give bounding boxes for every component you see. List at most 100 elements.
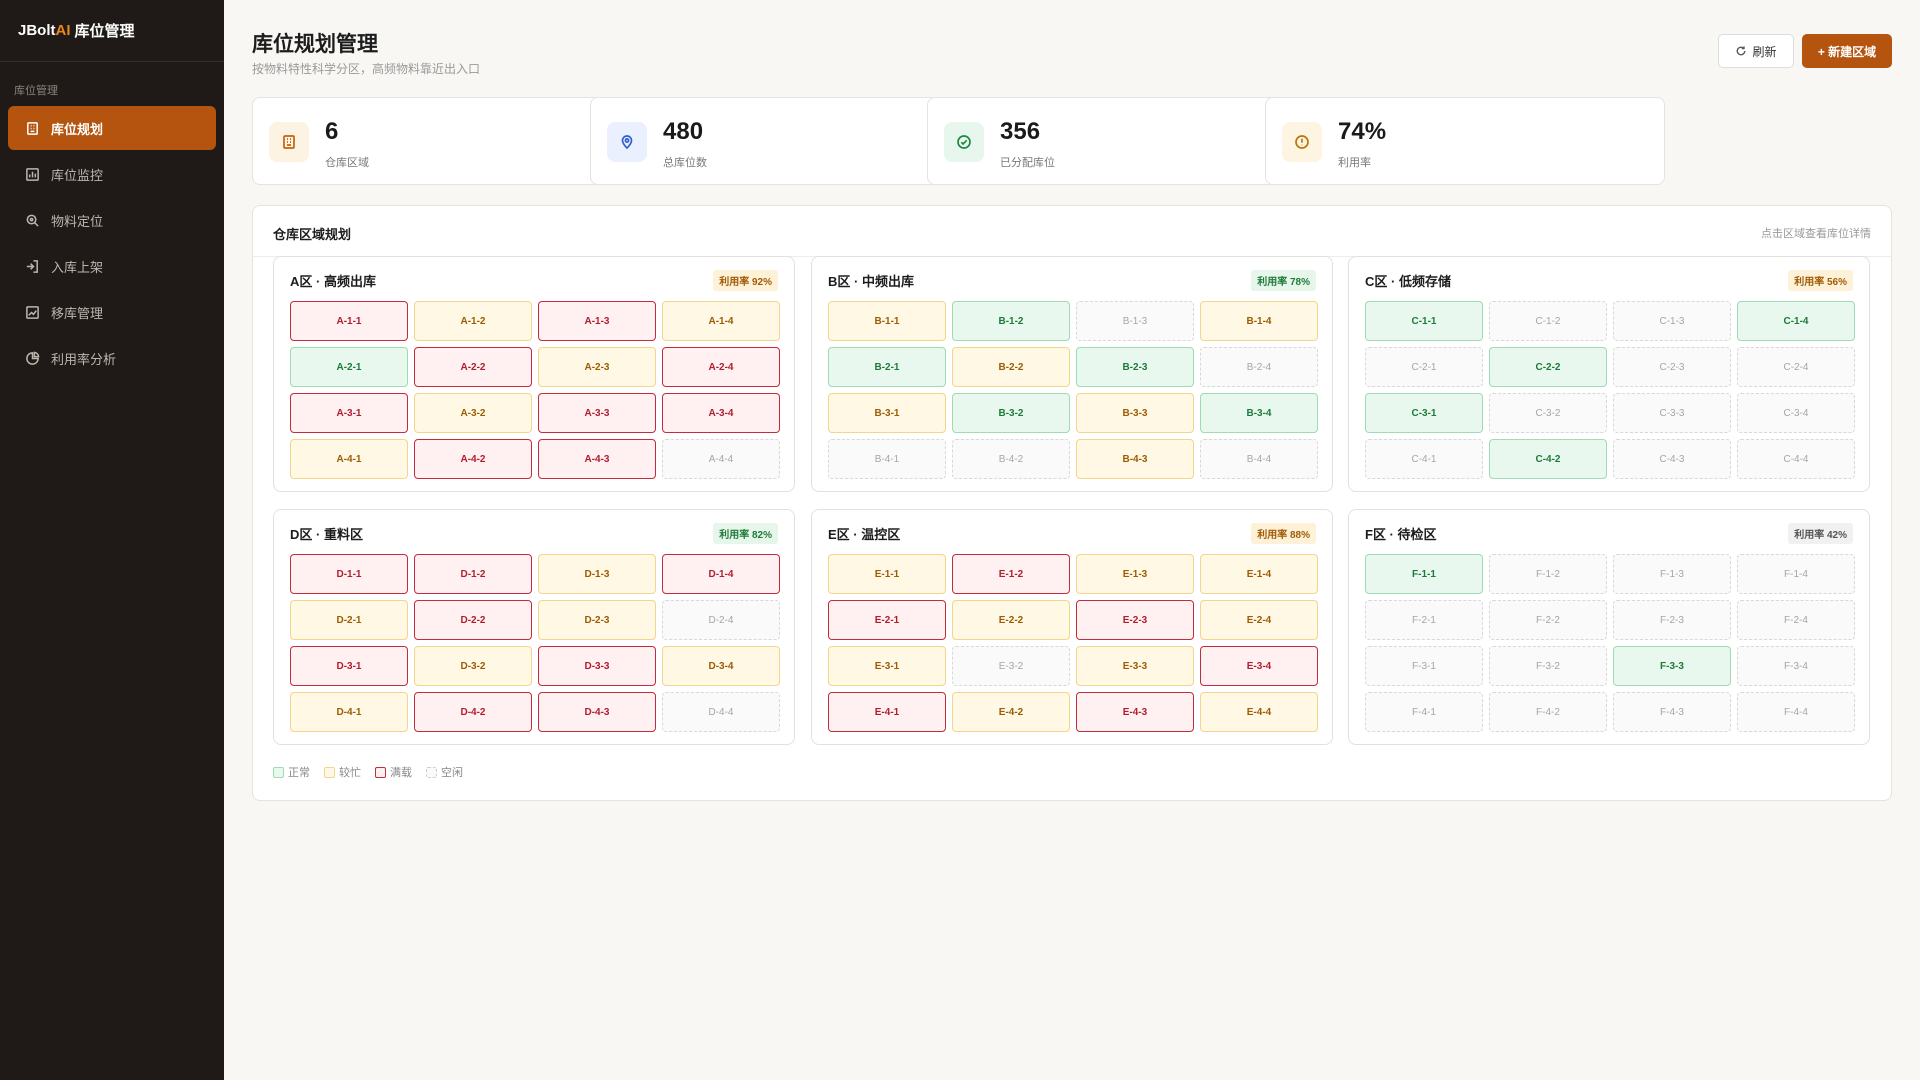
slot-cell[interactable]: A-4-1 <box>290 439 408 479</box>
slot-cell[interactable]: F-1-3 <box>1613 554 1731 594</box>
slot-cell[interactable]: A-3-1 <box>290 393 408 433</box>
slot-cell[interactable]: D-1-4 <box>662 554 780 594</box>
slot-cell[interactable]: B-1-2 <box>952 301 1070 341</box>
slot-cell[interactable]: C-3-3 <box>1613 393 1731 433</box>
slot-cell[interactable]: D-2-2 <box>414 600 532 640</box>
sidebar-item-monitor-chart[interactable]: 库位监控 <box>8 152 216 196</box>
slot-cell[interactable]: A-1-1 <box>290 301 408 341</box>
slot-cell[interactable]: B-4-4 <box>1200 439 1318 479</box>
slot-cell[interactable]: E-1-2 <box>952 554 1070 594</box>
slot-cell[interactable]: C-1-3 <box>1613 301 1731 341</box>
slot-cell[interactable]: F-2-2 <box>1489 600 1607 640</box>
slot-cell[interactable]: E-2-4 <box>1200 600 1318 640</box>
slot-cell[interactable]: D-2-3 <box>538 600 656 640</box>
slot-cell[interactable]: D-3-4 <box>662 646 780 686</box>
slot-cell[interactable]: E-4-1 <box>828 692 946 732</box>
slot-cell[interactable]: C-2-4 <box>1737 347 1855 387</box>
slot-cell[interactable]: D-2-1 <box>290 600 408 640</box>
brand-logo[interactable]: JBolt AI 库位管理 <box>0 0 224 62</box>
slot-cell[interactable]: F-3-1 <box>1365 646 1483 686</box>
slot-cell[interactable]: B-2-3 <box>1076 347 1194 387</box>
slot-cell[interactable]: C-3-2 <box>1489 393 1607 433</box>
slot-cell[interactable]: D-1-3 <box>538 554 656 594</box>
sidebar-item-transfer-chart[interactable]: 移库管理 <box>8 290 216 334</box>
slot-cell[interactable]: A-3-2 <box>414 393 532 433</box>
slot-cell[interactable]: D-4-4 <box>662 692 780 732</box>
slot-cell[interactable]: F-4-2 <box>1489 692 1607 732</box>
slot-cell[interactable]: F-1-1 <box>1365 554 1483 594</box>
sidebar-item-search-locate[interactable]: 物料定位 <box>8 198 216 242</box>
slot-cell[interactable]: C-1-1 <box>1365 301 1483 341</box>
slot-cell[interactable]: D-4-3 <box>538 692 656 732</box>
slot-cell[interactable]: C-1-2 <box>1489 301 1607 341</box>
slot-cell[interactable]: C-4-4 <box>1737 439 1855 479</box>
slot-cell[interactable]: C-3-4 <box>1737 393 1855 433</box>
zone-card[interactable]: B区 · 中频出库 利用率 78% B-1-1 B-1-2 B-1-3 B-1-4 B-2-… <box>811 256 1333 492</box>
slot-cell[interactable]: E-3-4 <box>1200 646 1318 686</box>
slot-cell[interactable]: A-4-3 <box>538 439 656 479</box>
zone-card[interactable]: D区 · 重料区 利用率 82% D-1-1 D-1-2 D-1-3 D-1-4 D-2-1… <box>273 509 795 745</box>
slot-cell[interactable]: D-1-2 <box>414 554 532 594</box>
slot-cell[interactable]: E-3-1 <box>828 646 946 686</box>
slot-cell[interactable]: E-1-1 <box>828 554 946 594</box>
slot-cell[interactable]: D-4-2 <box>414 692 532 732</box>
slot-cell[interactable]: F-3-3 <box>1613 646 1731 686</box>
slot-cell[interactable]: E-2-2 <box>952 600 1070 640</box>
slot-cell[interactable]: A-3-4 <box>662 393 780 433</box>
slot-cell[interactable]: D-3-3 <box>538 646 656 686</box>
sidebar-item-pie-chart[interactable]: 利用率分析 <box>8 336 216 380</box>
slot-cell[interactable]: F-3-4 <box>1737 646 1855 686</box>
zone-card[interactable]: F区 · 待检区 利用率 42% F-1-1 F-1-2 F-1-3 F-1-4 F-2-1… <box>1348 509 1870 745</box>
zone-card[interactable]: A区 · 高频出库 利用率 92% A-1-1 A-1-2 A-1-3 A-1-4 A-2-… <box>273 256 795 492</box>
slot-cell[interactable]: F-1-4 <box>1737 554 1855 594</box>
slot-cell[interactable]: E-4-2 <box>952 692 1070 732</box>
zone-card[interactable]: C区 · 低频存储 利用率 56% C-1-1 C-1-2 C-1-3 C-1-4 C-2-… <box>1348 256 1870 492</box>
sidebar-item-building[interactable]: 库位规划 <box>8 106 216 150</box>
slot-cell[interactable]: D-3-2 <box>414 646 532 686</box>
slot-cell[interactable]: F-2-1 <box>1365 600 1483 640</box>
zone-card[interactable]: E区 · 温控区 利用率 88% E-1-1 E-1-2 E-1-3 E-1-4 E-2-1… <box>811 509 1333 745</box>
slot-cell[interactable]: C-4-1 <box>1365 439 1483 479</box>
new-zone-button[interactable]: + 新建区域 <box>1802 34 1892 68</box>
sidebar-item-inbound[interactable]: 入库上架 <box>8 244 216 288</box>
slot-cell[interactable]: E-4-4 <box>1200 692 1318 732</box>
slot-cell[interactable]: E-3-2 <box>952 646 1070 686</box>
slot-cell[interactable]: C-4-2 <box>1489 439 1607 479</box>
slot-cell[interactable]: D-2-4 <box>662 600 780 640</box>
slot-cell[interactable]: B-4-2 <box>952 439 1070 479</box>
slot-cell[interactable]: A-1-2 <box>414 301 532 341</box>
slot-cell[interactable]: E-4-3 <box>1076 692 1194 732</box>
slot-cell[interactable]: E-1-3 <box>1076 554 1194 594</box>
slot-cell[interactable]: A-4-2 <box>414 439 532 479</box>
slot-cell[interactable]: D-4-1 <box>290 692 408 732</box>
slot-cell[interactable]: A-2-2 <box>414 347 532 387</box>
slot-cell[interactable]: C-2-2 <box>1489 347 1607 387</box>
slot-cell[interactable]: E-3-3 <box>1076 646 1194 686</box>
slot-cell[interactable]: D-3-1 <box>290 646 408 686</box>
slot-cell[interactable]: B-3-2 <box>952 393 1070 433</box>
slot-cell[interactable]: B-2-4 <box>1200 347 1318 387</box>
slot-cell[interactable]: D-1-1 <box>290 554 408 594</box>
slot-cell[interactable]: B-4-3 <box>1076 439 1194 479</box>
slot-cell[interactable]: A-3-3 <box>538 393 656 433</box>
slot-cell[interactable]: F-4-1 <box>1365 692 1483 732</box>
slot-cell[interactable]: B-1-4 <box>1200 301 1318 341</box>
slot-cell[interactable]: B-2-1 <box>828 347 946 387</box>
slot-cell[interactable]: F-4-4 <box>1737 692 1855 732</box>
slot-cell[interactable]: B-1-1 <box>828 301 946 341</box>
slot-cell[interactable]: F-3-2 <box>1489 646 1607 686</box>
slot-cell[interactable]: B-1-3 <box>1076 301 1194 341</box>
refresh-button[interactable]: 刷新 <box>1718 34 1794 68</box>
slot-cell[interactable]: C-2-3 <box>1613 347 1731 387</box>
slot-cell[interactable]: A-4-4 <box>662 439 780 479</box>
slot-cell[interactable]: B-3-3 <box>1076 393 1194 433</box>
slot-cell[interactable]: C-2-1 <box>1365 347 1483 387</box>
slot-cell[interactable]: E-1-4 <box>1200 554 1318 594</box>
slot-cell[interactable]: B-2-2 <box>952 347 1070 387</box>
slot-cell[interactable]: B-4-1 <box>828 439 946 479</box>
slot-cell[interactable]: C-1-4 <box>1737 301 1855 341</box>
slot-cell[interactable]: E-2-3 <box>1076 600 1194 640</box>
slot-cell[interactable]: A-2-3 <box>538 347 656 387</box>
slot-cell[interactable]: F-2-3 <box>1613 600 1731 640</box>
slot-cell[interactable]: A-1-4 <box>662 301 780 341</box>
